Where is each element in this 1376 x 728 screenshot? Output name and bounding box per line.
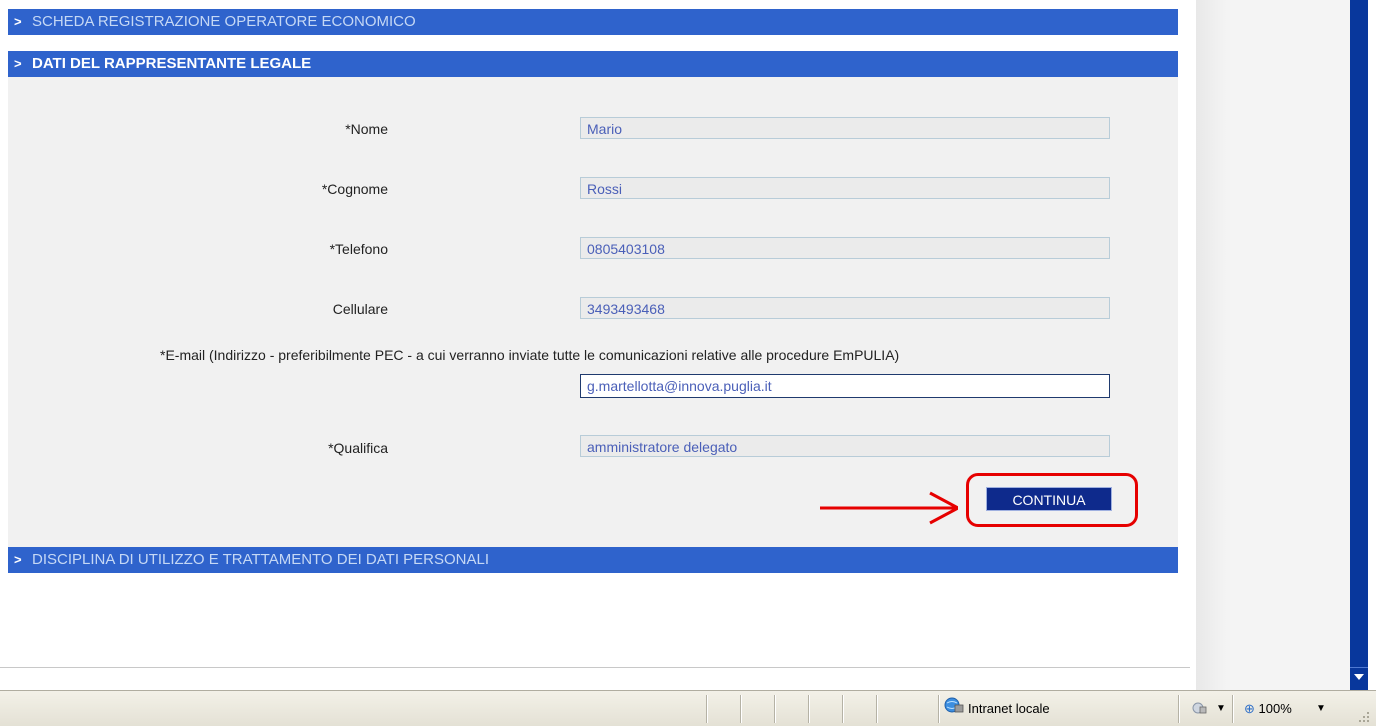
chevron-right-icon: > bbox=[14, 552, 22, 567]
zoom-magnifier-icon: ⊕ bbox=[1244, 701, 1255, 716]
section-scheda-registrazione[interactable]: > SCHEDA REGISTRAZIONE OPERATORE ECONOMI… bbox=[8, 9, 1178, 35]
section-title: SCHEDA REGISTRAZIONE OPERATORE ECONOMICO bbox=[32, 13, 416, 30]
qualifica-field[interactable]: amministratore delegato bbox=[580, 435, 1110, 457]
status-separator bbox=[876, 695, 878, 723]
right-gutter bbox=[1196, 0, 1350, 690]
red-arrow-annotation bbox=[820, 491, 958, 525]
resize-grip-icon[interactable] bbox=[1356, 709, 1370, 723]
chevron-down-icon[interactable]: ▼ bbox=[1316, 691, 1326, 727]
section-title: DATI DEL RAPPRESENTANTE LEGALE bbox=[32, 55, 312, 72]
nome-label: *Nome bbox=[345, 121, 388, 137]
nome-field[interactable]: Mario bbox=[580, 117, 1110, 139]
vertical-scrollbar[interactable] bbox=[1350, 0, 1368, 690]
status-separator bbox=[1232, 695, 1234, 723]
continua-button[interactable]: CONTINUA bbox=[986, 487, 1112, 511]
chevron-right-icon: > bbox=[14, 14, 22, 29]
email-label: *E-mail (Indirizzo - preferibilmente PEC… bbox=[160, 347, 900, 363]
page-content: > SCHEDA REGISTRAZIONE OPERATORE ECONOMI… bbox=[0, 0, 1196, 690]
intranet-globe-icon bbox=[944, 692, 964, 728]
telefono-label: *Telefono bbox=[329, 241, 388, 257]
section-dati-rappresentante[interactable]: > DATI DEL RAPPRESENTANTE LEGALE bbox=[8, 51, 1178, 77]
status-separator bbox=[1178, 695, 1180, 723]
scroll-down-button[interactable] bbox=[1350, 667, 1368, 685]
status-separator bbox=[706, 695, 708, 723]
status-separator bbox=[740, 695, 742, 723]
status-bar: Intranet locale ▼ ⊕ 100% ▼ bbox=[0, 690, 1376, 726]
protected-mode-icon[interactable] bbox=[1192, 691, 1208, 727]
email-field[interactable]: g.martellotta@innova.puglia.it bbox=[580, 374, 1110, 398]
chevron-right-icon: > bbox=[14, 56, 22, 71]
qualifica-label: *Qualifica bbox=[328, 440, 388, 456]
zone-label: Intranet locale bbox=[968, 701, 1050, 716]
divider bbox=[0, 667, 1190, 668]
status-separator bbox=[842, 695, 844, 723]
zoom-control[interactable]: ⊕ 100% bbox=[1244, 691, 1292, 727]
chevron-down-icon[interactable]: ▼ bbox=[1216, 691, 1226, 727]
telefono-field[interactable]: 0805403108 bbox=[580, 237, 1110, 259]
arrow-down-icon bbox=[1354, 674, 1364, 680]
section-disciplina[interactable]: > DISCIPLINA DI UTILIZZO E TRATTAMENTO D… bbox=[8, 547, 1178, 573]
security-zone[interactable]: Intranet locale bbox=[944, 691, 1050, 727]
cellulare-label: Cellulare bbox=[332, 301, 388, 317]
section-title: DISCIPLINA DI UTILIZZO E TRATTAMENTO DEI… bbox=[32, 551, 490, 568]
status-separator bbox=[774, 695, 776, 723]
cognome-field[interactable]: Rossi bbox=[580, 177, 1110, 199]
cognome-label: *Cognome bbox=[321, 181, 388, 197]
cellulare-field[interactable]: 3493493468 bbox=[580, 297, 1110, 319]
zoom-level: 100% bbox=[1258, 701, 1292, 716]
status-separator bbox=[938, 695, 940, 723]
status-separator bbox=[808, 695, 810, 723]
